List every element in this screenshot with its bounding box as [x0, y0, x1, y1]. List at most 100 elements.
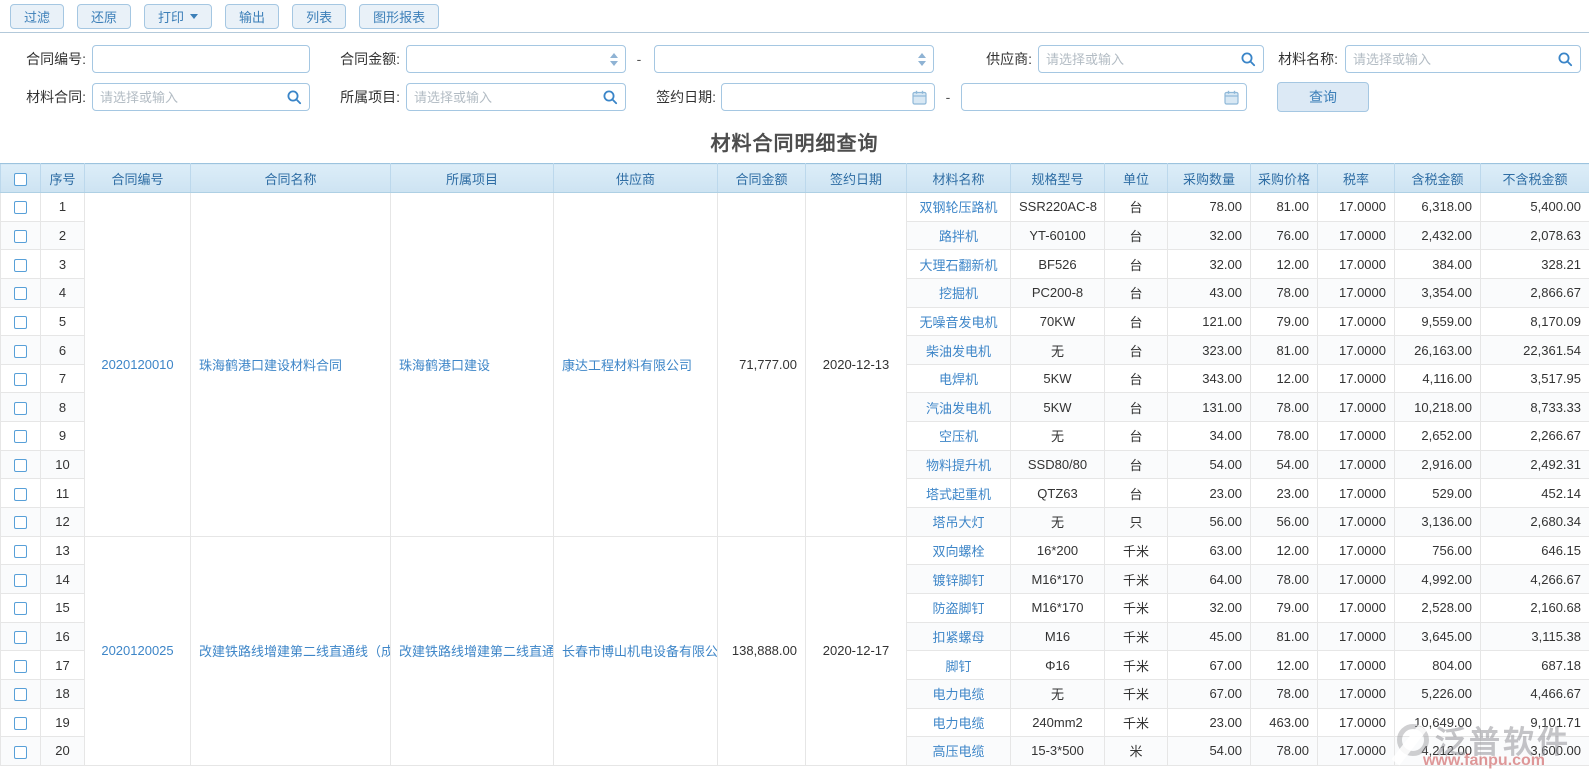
purchase-price: 78.00 — [1250, 564, 1318, 594]
tax-rate: 17.0000 — [1317, 449, 1395, 480]
row-checkbox[interactable] — [14, 630, 27, 644]
sign-date-end-input[interactable] — [969, 84, 1220, 110]
header-supplier: 供应商 — [553, 163, 718, 193]
list-view-button[interactable]: 列表 — [292, 4, 347, 29]
project-link[interactable]: 珠海鹤港口建设 — [390, 192, 554, 537]
supplier-input[interactable] — [1046, 46, 1236, 72]
number-spinner[interactable] — [914, 52, 926, 66]
spinner-down-icon[interactable] — [610, 60, 618, 66]
search-icon[interactable] — [282, 89, 302, 105]
contract-name-link[interactable]: 珠海鹤港口建设材料合同 — [190, 192, 391, 537]
contract-amount-min-wrap — [406, 45, 626, 73]
net-amount: 646.15 — [1480, 535, 1589, 566]
row-checkbox[interactable] — [14, 745, 27, 759]
supplier-link[interactable]: 康达工程材料有限公司 — [553, 192, 718, 537]
material-name-link: 物料提升机 — [906, 449, 1011, 480]
purchase-qty: 54.00 — [1167, 736, 1251, 766]
purchase-price: 12.00 — [1250, 535, 1318, 566]
contract-amount-max-input[interactable] — [662, 46, 914, 72]
contract-no-link[interactable]: 2020120010 — [84, 192, 191, 537]
tax-rate: 17.0000 — [1317, 592, 1395, 623]
row-checkbox[interactable] — [14, 344, 27, 358]
row-checkbox[interactable] — [14, 430, 27, 444]
project-input[interactable] — [414, 84, 598, 110]
row-checkbox[interactable] — [14, 287, 27, 301]
row-checkbox[interactable] — [14, 401, 27, 415]
spinner-up-icon[interactable] — [918, 52, 926, 58]
row-checkbox[interactable] — [14, 545, 27, 559]
row-checkbox[interactable] — [14, 659, 27, 673]
spec: 无 — [1010, 507, 1105, 537]
net-amount: 687.18 — [1480, 650, 1589, 680]
unit: 千米 — [1104, 707, 1168, 738]
contract-no-link[interactable]: 2020120025 — [84, 535, 191, 766]
spinner-up-icon[interactable] — [610, 52, 618, 58]
row-checkbox[interactable] — [14, 516, 27, 530]
row-checkbox-cell — [0, 678, 41, 709]
tax-amount: 2,432.00 — [1394, 220, 1481, 251]
tax-amount: 10,649.00 — [1394, 707, 1481, 738]
header-tax-rate: 税率 — [1317, 163, 1395, 193]
restore-button[interactable]: 还原 — [77, 4, 132, 29]
supplier-link[interactable]: 长春市博山机电设备有限公 — [553, 535, 718, 766]
row-index: 17 — [40, 650, 85, 680]
unit: 只 — [1104, 507, 1168, 537]
purchase-price: 78.00 — [1250, 678, 1318, 709]
spec: Φ16 — [1010, 650, 1105, 680]
purchase-qty: 343.00 — [1167, 363, 1251, 394]
row-index: 4 — [40, 277, 85, 308]
sign-date-start-input[interactable] — [729, 84, 908, 110]
table-body: 1 2020120010 珠海鹤港口建设材料合同 珠海鹤港口建设 康达工程材料有限公司 7… — [0, 192, 1589, 766]
row-checkbox[interactable] — [14, 573, 27, 587]
material-name-input[interactable] — [1353, 46, 1553, 72]
material-contract-input[interactable] — [100, 84, 282, 110]
tax-rate: 17.0000 — [1317, 478, 1395, 509]
filter-button[interactable]: 过滤 — [10, 4, 65, 29]
row-checkbox[interactable] — [14, 688, 27, 702]
row-checkbox[interactable] — [14, 459, 27, 473]
row-checkbox[interactable] — [14, 258, 27, 272]
spinner-down-icon[interactable] — [918, 60, 926, 66]
material-name-link: 路拌机 — [906, 220, 1011, 251]
purchase-price: 23.00 — [1250, 478, 1318, 509]
project-link[interactable]: 改建铁路线增建第二线直通 — [390, 535, 554, 766]
page-title: 材料合同明细查询 — [710, 133, 879, 155]
calendar-icon[interactable] — [1220, 90, 1239, 105]
search-icon[interactable] — [1553, 51, 1573, 67]
material-name-link: 塔吊大灯 — [906, 507, 1011, 537]
spec: 15-3*500 — [1010, 736, 1105, 766]
net-amount: 328.21 — [1480, 249, 1589, 279]
unit: 台 — [1104, 249, 1168, 279]
row-checkbox-cell — [0, 592, 41, 623]
row-checkbox-cell — [0, 277, 41, 308]
row-checkbox-cell — [0, 535, 41, 566]
search-icon[interactable] — [598, 89, 618, 105]
contract-no-input[interactable] — [100, 46, 302, 72]
material-name-link: 空压机 — [906, 421, 1011, 451]
number-spinner[interactable] — [606, 52, 618, 66]
row-checkbox[interactable] — [14, 602, 27, 616]
row-checkbox[interactable] — [14, 373, 27, 387]
purchase-qty: 56.00 — [1167, 507, 1251, 537]
row-checkbox[interactable] — [14, 716, 27, 730]
search-icon[interactable] — [1236, 51, 1256, 67]
purchase-price: 54.00 — [1250, 449, 1318, 480]
row-checkbox[interactable] — [14, 487, 27, 501]
print-button[interactable]: 打印 — [144, 4, 213, 29]
purchase-qty: 23.00 — [1167, 478, 1251, 509]
graph-report-button[interactable]: 图形报表 — [359, 4, 440, 29]
sign-date-end-wrap — [961, 83, 1247, 111]
select-all-checkbox[interactable] — [14, 172, 27, 186]
header-spec: 规格型号 — [1010, 163, 1105, 193]
contract-name-link[interactable]: 改建铁路线增建第二线直通线（成 — [190, 535, 391, 766]
row-checkbox[interactable] — [14, 229, 27, 243]
query-button[interactable]: 查询 — [1277, 82, 1369, 112]
tax-rate: 17.0000 — [1317, 277, 1395, 308]
unit: 千米 — [1104, 678, 1168, 709]
contract-amount-min-input[interactable] — [414, 46, 606, 72]
export-button[interactable]: 输出 — [225, 4, 280, 29]
calendar-icon[interactable] — [908, 90, 927, 105]
row-checkbox[interactable] — [14, 201, 27, 215]
row-index: 9 — [40, 421, 85, 451]
row-checkbox[interactable] — [14, 315, 27, 329]
